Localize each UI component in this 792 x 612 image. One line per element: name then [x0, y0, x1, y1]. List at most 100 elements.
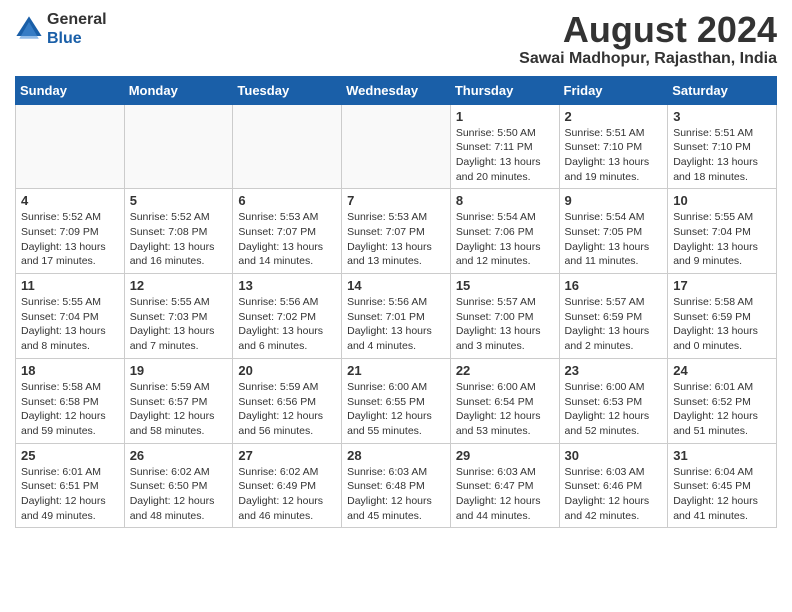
day-number: 25 — [21, 448, 119, 463]
calendar-cell: 26 Sunrise: 6:02 AM Sunset: 6:50 PM Dayli… — [124, 443, 233, 528]
calendar-cell: 3Sunrise: 5:51 AM Sunset: 7:10 PM Daylig… — [668, 104, 777, 189]
calendar-week-2: 4 Sunrise: 5:52 AM Sunset: 7:09 PM Daylig… — [16, 189, 777, 274]
calendar-cell — [233, 104, 342, 189]
calendar-table: SundayMondayTuesdayWednesdayThursdayFrid… — [15, 76, 777, 529]
weekday-header-thursday: Thursday — [450, 76, 559, 104]
day-number: 30 — [565, 448, 663, 463]
weekday-header-monday: Monday — [124, 76, 233, 104]
day-number: 15 — [456, 278, 554, 293]
calendar-cell: 11 Sunrise: 5:55 AM Sunset: 7:04 PM Dayli… — [16, 274, 125, 359]
day-info: Sunrise: 6:00 AM Sunset: 6:55 PM Dayligh… — [347, 380, 445, 439]
calendar-cell: 27Sunrise: 6:02 AM Sunset: 6:49 PM Dayli… — [233, 443, 342, 528]
calendar-cell: 14 Sunrise: 5:56 AM Sunset: 7:01 PM Dayli… — [342, 274, 451, 359]
day-info: Sunrise: 6:03 AM Sunset: 6:47 PM Dayligh… — [456, 465, 554, 524]
calendar-cell: 12Sunrise: 5:55 AM Sunset: 7:03 PM Dayli… — [124, 274, 233, 359]
calendar-cell: 29 Sunrise: 6:03 AM Sunset: 6:47 PM Dayli… — [450, 443, 559, 528]
day-number: 11 — [21, 278, 119, 293]
calendar-week-3: 11 Sunrise: 5:55 AM Sunset: 7:04 PM Dayli… — [16, 274, 777, 359]
day-info: Sunrise: 6:02 AM Sunset: 6:50 PM Dayligh… — [130, 465, 228, 524]
day-info: Sunrise: 5:59 AM Sunset: 6:57 PM Dayligh… — [130, 380, 228, 439]
day-number: 18 — [21, 363, 119, 378]
calendar-cell: 30 Sunrise: 6:03 AM Sunset: 6:46 PM Dayli… — [559, 443, 668, 528]
day-number: 20 — [238, 363, 336, 378]
calendar-cell: 6 Sunrise: 5:53 AM Sunset: 7:07 PM Daylig… — [233, 189, 342, 274]
calendar-cell: 24 Sunrise: 6:01 AM Sunset: 6:52 PM Dayli… — [668, 358, 777, 443]
day-info: Sunrise: 5:56 AM Sunset: 7:02 PM Dayligh… — [238, 295, 336, 354]
day-info: Sunrise: 5:54 AM Sunset: 7:06 PM Dayligh… — [456, 210, 554, 269]
title-block: August 2024 Sawai Madhopur, Rajasthan, I… — [519, 10, 777, 68]
calendar-cell: 31 Sunrise: 6:04 AM Sunset: 6:45 PM Dayli… — [668, 443, 777, 528]
day-info: Sunrise: 5:52 AM Sunset: 7:08 PM Dayligh… — [130, 210, 228, 269]
day-number: 14 — [347, 278, 445, 293]
weekday-header-friday: Friday — [559, 76, 668, 104]
calendar-cell: 20Sunrise: 5:59 AM Sunset: 6:56 PM Dayli… — [233, 358, 342, 443]
day-number: 22 — [456, 363, 554, 378]
day-number: 9 — [565, 193, 663, 208]
weekday-header-sunday: Sunday — [16, 76, 125, 104]
day-number: 6 — [238, 193, 336, 208]
day-number: 24 — [673, 363, 771, 378]
day-number: 10 — [673, 193, 771, 208]
weekday-header-wednesday: Wednesday — [342, 76, 451, 104]
logo: General Blue — [15, 10, 107, 48]
calendar-cell — [16, 104, 125, 189]
day-info: Sunrise: 5:50 AM Sunset: 7:11 PM Dayligh… — [456, 126, 554, 185]
day-info: Sunrise: 6:01 AM Sunset: 6:52 PM Dayligh… — [673, 380, 771, 439]
day-info: Sunrise: 5:51 AM Sunset: 7:10 PM Dayligh… — [565, 126, 663, 185]
calendar-cell: 28 Sunrise: 6:03 AM Sunset: 6:48 PM Dayli… — [342, 443, 451, 528]
calendar-cell: 18 Sunrise: 5:58 AM Sunset: 6:58 PM Dayli… — [16, 358, 125, 443]
day-info: Sunrise: 5:53 AM Sunset: 7:07 PM Dayligh… — [347, 210, 445, 269]
day-info: Sunrise: 5:55 AM Sunset: 7:04 PM Dayligh… — [21, 295, 119, 354]
day-info: Sunrise: 5:52 AM Sunset: 7:09 PM Dayligh… — [21, 210, 119, 269]
day-number: 12 — [130, 278, 228, 293]
day-info: Sunrise: 6:03 AM Sunset: 6:48 PM Dayligh… — [347, 465, 445, 524]
calendar-week-4: 18 Sunrise: 5:58 AM Sunset: 6:58 PM Dayli… — [16, 358, 777, 443]
calendar-cell: 1 Sunrise: 5:50 AM Sunset: 7:11 PM Daylig… — [450, 104, 559, 189]
day-info: Sunrise: 5:57 AM Sunset: 7:00 PM Dayligh… — [456, 295, 554, 354]
weekday-header-tuesday: Tuesday — [233, 76, 342, 104]
calendar-cell: 7 Sunrise: 5:53 AM Sunset: 7:07 PM Daylig… — [342, 189, 451, 274]
day-number: 28 — [347, 448, 445, 463]
day-info: Sunrise: 5:54 AM Sunset: 7:05 PM Dayligh… — [565, 210, 663, 269]
day-number: 26 — [130, 448, 228, 463]
day-info: Sunrise: 6:00 AM Sunset: 6:54 PM Dayligh… — [456, 380, 554, 439]
logo-text: General Blue — [47, 10, 107, 48]
day-info: Sunrise: 6:03 AM Sunset: 6:46 PM Dayligh… — [565, 465, 663, 524]
calendar-cell: 2Sunrise: 5:51 AM Sunset: 7:10 PM Daylig… — [559, 104, 668, 189]
calendar-cell: 19Sunrise: 5:59 AM Sunset: 6:57 PM Dayli… — [124, 358, 233, 443]
day-number: 1 — [456, 109, 554, 124]
calendar-week-1: 1 Sunrise: 5:50 AM Sunset: 7:11 PM Daylig… — [16, 104, 777, 189]
month-year-title: August 2024 — [519, 10, 777, 50]
day-number: 31 — [673, 448, 771, 463]
calendar-cell: 15 Sunrise: 5:57 AM Sunset: 7:00 PM Dayli… — [450, 274, 559, 359]
day-number: 29 — [456, 448, 554, 463]
day-info: Sunrise: 5:57 AM Sunset: 6:59 PM Dayligh… — [565, 295, 663, 354]
day-info: Sunrise: 5:58 AM Sunset: 6:58 PM Dayligh… — [21, 380, 119, 439]
location-subtitle: Sawai Madhopur, Rajasthan, India — [519, 50, 777, 68]
calendar-cell: 16Sunrise: 5:57 AM Sunset: 6:59 PM Dayli… — [559, 274, 668, 359]
day-info: Sunrise: 6:04 AM Sunset: 6:45 PM Dayligh… — [673, 465, 771, 524]
calendar-cell: 17 Sunrise: 5:58 AM Sunset: 6:59 PM Dayli… — [668, 274, 777, 359]
calendar-cell: 5 Sunrise: 5:52 AM Sunset: 7:08 PM Daylig… — [124, 189, 233, 274]
day-info: Sunrise: 5:58 AM Sunset: 6:59 PM Dayligh… — [673, 295, 771, 354]
day-number: 17 — [673, 278, 771, 293]
day-info: Sunrise: 5:53 AM Sunset: 7:07 PM Dayligh… — [238, 210, 336, 269]
calendar-cell: 21Sunrise: 6:00 AM Sunset: 6:55 PM Dayli… — [342, 358, 451, 443]
weekday-header-row: SundayMondayTuesdayWednesdayThursdayFrid… — [16, 76, 777, 104]
day-info: Sunrise: 5:56 AM Sunset: 7:01 PM Dayligh… — [347, 295, 445, 354]
calendar-cell: 25Sunrise: 6:01 AM Sunset: 6:51 PM Dayli… — [16, 443, 125, 528]
logo-icon — [15, 15, 43, 43]
calendar-cell: 8Sunrise: 5:54 AM Sunset: 7:06 PM Daylig… — [450, 189, 559, 274]
day-number: 27 — [238, 448, 336, 463]
day-info: Sunrise: 5:51 AM Sunset: 7:10 PM Dayligh… — [673, 126, 771, 185]
day-number: 7 — [347, 193, 445, 208]
calendar-cell: 9 Sunrise: 5:54 AM Sunset: 7:05 PM Daylig… — [559, 189, 668, 274]
calendar-cell: 4 Sunrise: 5:52 AM Sunset: 7:09 PM Daylig… — [16, 189, 125, 274]
day-number: 5 — [130, 193, 228, 208]
day-number: 4 — [21, 193, 119, 208]
calendar-cell: 10Sunrise: 5:55 AM Sunset: 7:04 PM Dayli… — [668, 189, 777, 274]
day-info: Sunrise: 6:00 AM Sunset: 6:53 PM Dayligh… — [565, 380, 663, 439]
calendar-cell: 23Sunrise: 6:00 AM Sunset: 6:53 PM Dayli… — [559, 358, 668, 443]
calendar-cell — [342, 104, 451, 189]
calendar-cell: 22 Sunrise: 6:00 AM Sunset: 6:54 PM Dayli… — [450, 358, 559, 443]
